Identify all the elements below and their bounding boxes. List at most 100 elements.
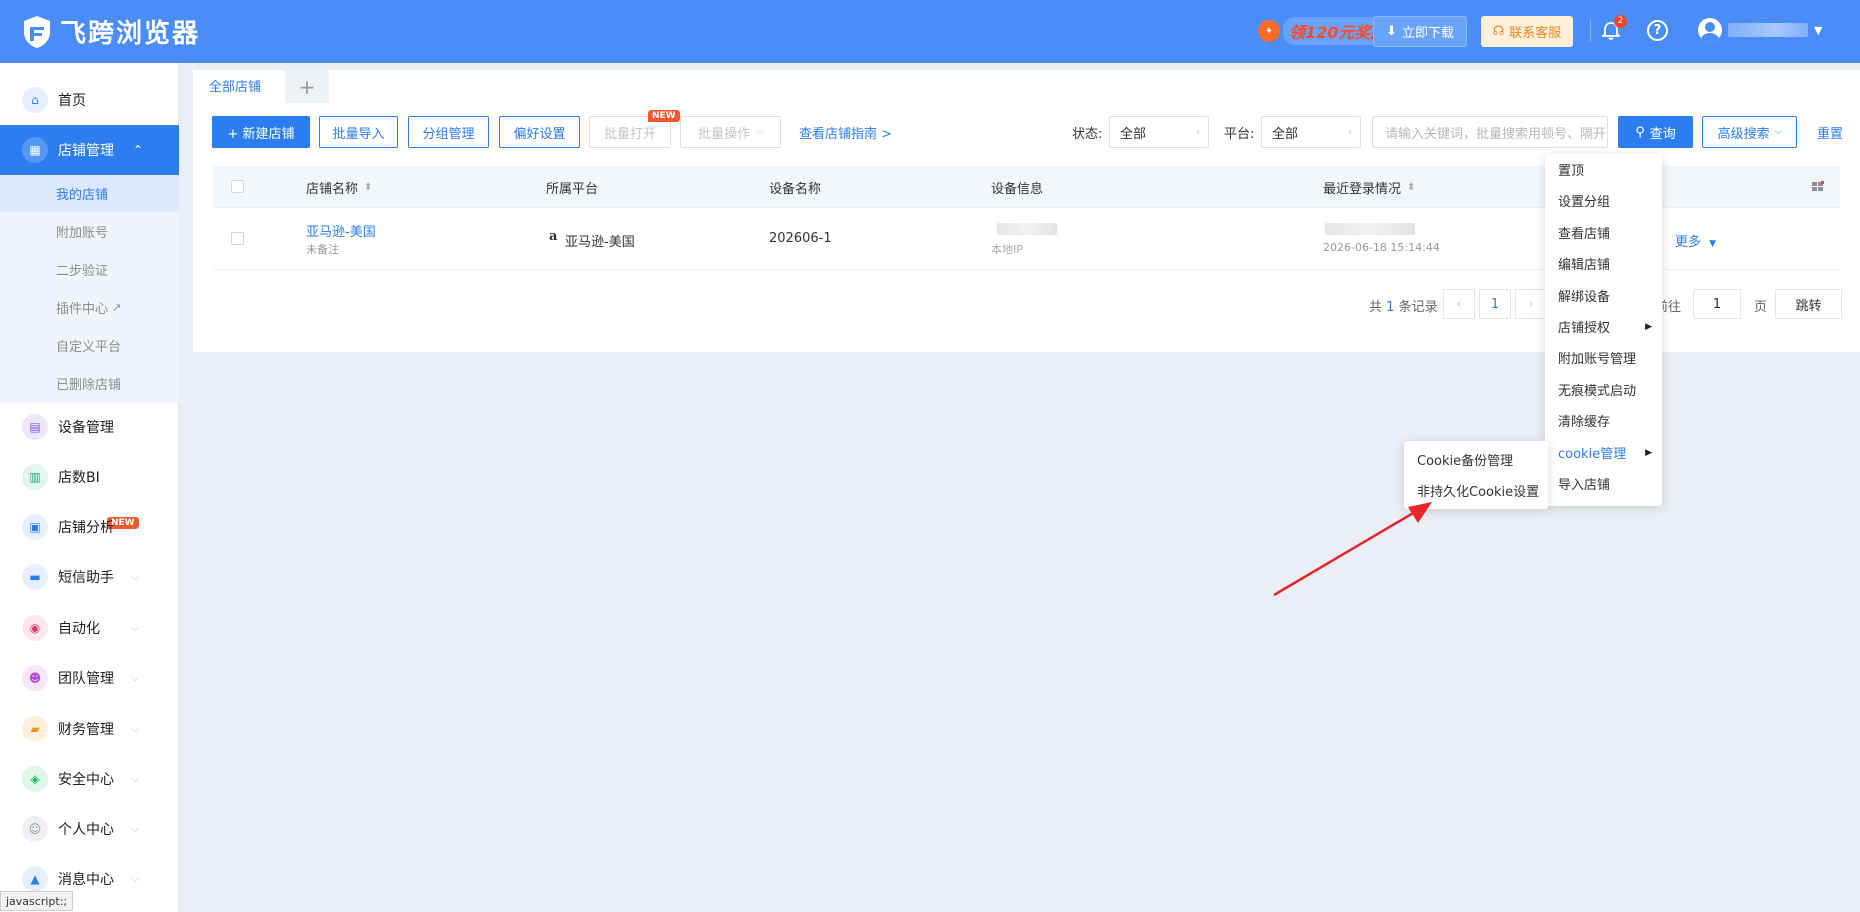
menu-item-import-store[interactable]: 导入店铺: [1545, 468, 1662, 499]
menu-item-extra-account-mgmt[interactable]: 附加账号管理: [1545, 342, 1662, 373]
store-name-link[interactable]: 亚马逊-美国: [306, 221, 376, 240]
app-logo[interactable]: 飞跨浏览器: [22, 13, 200, 50]
sidebar-item-store-bi[interactable]: ▥ 店数BI: [0, 452, 179, 502]
sidebar-item-home[interactable]: ⌂ 首页: [0, 75, 179, 125]
sidebar-subitem-extra-accounts[interactable]: 附加账号: [0, 213, 179, 250]
sidebar-label: 店铺管理: [58, 143, 114, 159]
status-select[interactable]: 全部 ›: [1109, 116, 1209, 148]
batch-operations-dropdown[interactable]: 批量操作 ⌵: [680, 116, 781, 148]
menu-item-incognito-launch[interactable]: 无痕模式启动: [1545, 374, 1662, 405]
platform-select[interactable]: 全部 ›: [1261, 116, 1361, 148]
more-label: 更多: [1675, 235, 1702, 250]
column-store-name[interactable]: 店铺名称 ⬍: [306, 166, 372, 208]
menu-item-edit-store[interactable]: 编辑店铺: [1545, 248, 1662, 279]
chevron-down-icon: ⌵: [131, 773, 139, 785]
menu-item-cookie-backup[interactable]: Cookie备份管理: [1404, 444, 1548, 475]
select-all-checkbox[interactable]: [231, 180, 244, 193]
sidebar-subitem-my-stores[interactable]: 我的店铺: [0, 175, 179, 212]
notification-badge: 2: [1614, 15, 1627, 28]
group-management-button[interactable]: 分组管理: [408, 116, 489, 148]
store-guide-link[interactable]: 查看店铺指南 >: [799, 123, 892, 142]
sort-icon: ⬍: [1407, 181, 1416, 193]
new-store-button[interactable]: + 新建店铺: [212, 116, 310, 148]
prev-page-button[interactable]: ‹: [1443, 289, 1475, 319]
advanced-search-button[interactable]: 高级搜索 ⌵: [1702, 116, 1797, 148]
page-button[interactable]: 1: [1479, 289, 1511, 319]
user-menu[interactable]: ▼: [1698, 18, 1822, 42]
store-icon: ▦: [22, 137, 48, 163]
menu-item-cookie-management[interactable]: cookie管理 ▶: [1545, 437, 1662, 468]
user-name-redacted: [1728, 23, 1808, 37]
analysis-icon: ▣: [22, 514, 48, 540]
menu-item-store-authorization[interactable]: 店铺授权 ▶: [1545, 311, 1662, 342]
avatar-icon: [1698, 18, 1722, 42]
sidebar-subitem-custom-platform[interactable]: 自定义平台: [0, 327, 179, 364]
next-page-button[interactable]: ›: [1515, 289, 1547, 319]
column-device-info: 设备信息: [991, 181, 1044, 197]
platform-name: 亚马逊-美国: [565, 235, 635, 250]
store-note: 未备注: [306, 243, 339, 256]
sidebar-label: 团队管理: [58, 671, 114, 687]
menu-item-pin-top[interactable]: 置顶: [1545, 154, 1662, 185]
query-button[interactable]: ⚲ 查询: [1618, 116, 1693, 148]
device-name: 202606-1: [769, 231, 832, 246]
platform-filter-label: 平台:: [1224, 127, 1255, 142]
download-button[interactable]: ⬇ 立即下载: [1373, 16, 1467, 47]
sidebar-label: 店铺分析: [58, 520, 114, 536]
tab-all-stores[interactable]: 全部店铺: [193, 70, 278, 103]
help-icon[interactable]: ?: [1647, 20, 1668, 41]
preference-settings-button[interactable]: 偏好设置: [499, 116, 580, 148]
sidebar-subitem-deleted-stores[interactable]: 已删除店铺: [0, 365, 179, 402]
caret-down-icon: ▼: [1709, 239, 1717, 249]
chevron-right-icon: ›: [1348, 126, 1352, 138]
device-ip-redacted: [997, 223, 1057, 235]
menu-item-unbind-device[interactable]: 解绑设备: [1545, 280, 1662, 311]
menu-item-set-group[interactable]: 设置分组: [1545, 185, 1662, 216]
caret-down-icon: ▼: [1814, 23, 1823, 37]
goto-page-input[interactable]: 1: [1693, 289, 1741, 319]
chevron-down-icon: ⌵: [1774, 127, 1782, 137]
sidebar-label: 短信助手: [58, 570, 114, 586]
column-last-login[interactable]: 最近登录情况 ⬍: [1323, 166, 1415, 208]
sidebar-item-device-management[interactable]: ▤ 设备管理: [0, 402, 179, 452]
column-label: 最近登录情况: [1323, 181, 1402, 197]
sidebar-label: 消息中心: [58, 872, 114, 888]
reset-link[interactable]: 重置: [1817, 123, 1843, 142]
sidebar-item-automation[interactable]: ◉ 自动化 ⌵: [0, 603, 179, 653]
sidebar-subitem-two-step[interactable]: 二步验证: [0, 251, 179, 288]
caret-right-icon: ▶: [1645, 321, 1652, 332]
sidebar-item-security-center[interactable]: ◈ 安全中心 ⌵: [0, 754, 179, 804]
menu-item-clear-cache[interactable]: 清除缓存: [1545, 405, 1662, 436]
last-login-time: 2026-06-18 15:14:44: [1323, 241, 1440, 254]
total-records: 共 1 条记录: [1369, 296, 1438, 315]
sort-icon: ⬍: [364, 181, 373, 193]
contact-support-button[interactable]: ☊ 联系客服: [1481, 16, 1573, 47]
menu-item-view-store[interactable]: 查看店铺: [1545, 217, 1662, 248]
total-count: 1: [1386, 300, 1395, 315]
bell-icon: ▲: [22, 866, 48, 892]
bi-chart-icon: ▥: [22, 464, 48, 490]
shield-icon: ◈: [22, 766, 48, 792]
row-checkbox[interactable]: [231, 232, 244, 245]
more-actions-button[interactable]: 更多 ▼: [1675, 231, 1716, 250]
jump-button[interactable]: 跳转: [1775, 289, 1842, 319]
sidebar-item-personal-center[interactable]: ☺ 个人中心 ⌵: [0, 804, 179, 854]
sidebar-item-finance-management[interactable]: ▰ 财务管理 ⌵: [0, 704, 179, 754]
sidebar-item-store-management[interactable]: ▦ 店铺管理 ⌃: [0, 125, 179, 175]
column-settings-icon[interactable]: [1812, 181, 1824, 193]
chat-icon: ▬: [22, 564, 48, 590]
search-input[interactable]: 请输入关键词，批量搜索用顿号、隔开: [1372, 116, 1608, 148]
sidebar-label: 店数BI: [58, 470, 100, 486]
download-icon: ⬇: [1386, 24, 1397, 39]
add-tab-button[interactable]: +: [285, 70, 330, 103]
batch-import-button[interactable]: 批量导入: [319, 116, 398, 148]
sidebar-item-sms-assistant[interactable]: ▬ 短信助手 ⌵: [0, 552, 179, 602]
status-select-value: 全部: [1120, 126, 1147, 142]
sidebar-item-store-analysis[interactable]: ▣ 店铺分析 ⌵: [0, 502, 179, 552]
total-suffix: 条记录: [1398, 300, 1438, 315]
external-link-icon: ↗: [112, 301, 122, 314]
sidebar-subitem-plugins[interactable]: 插件中心 ↗: [0, 289, 179, 326]
browser-status-bar: javascript:;: [0, 891, 74, 911]
sidebar-item-team-management[interactable]: ☻ 团队管理 ⌵: [0, 653, 179, 703]
sidebar-label: 首页: [58, 93, 86, 109]
